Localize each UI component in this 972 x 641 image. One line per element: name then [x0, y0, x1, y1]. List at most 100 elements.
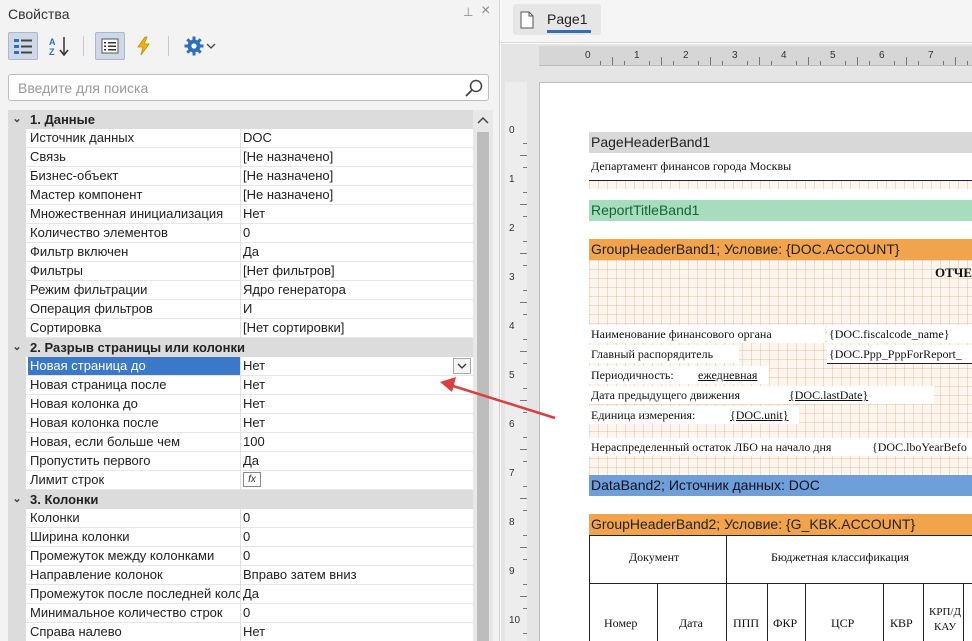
column-kau[interactable]: КАУ: [934, 621, 956, 633]
property-row[interactable]: Операция фильтров И: [8, 300, 473, 319]
report-title-band[interactable]: ReportTitleBand1: [589, 200, 972, 221]
property-value[interactable]: Нет: [243, 395, 471, 413]
value-period[interactable]: ежедневная: [698, 368, 757, 383]
property-row[interactable]: Промежуток между колонками 0: [8, 547, 473, 566]
property-row[interactable]: Новая колонка после Нет: [8, 414, 473, 433]
property-value[interactable]: Нет: [243, 623, 471, 641]
property-value[interactable]: Вправо затем вниз: [243, 566, 471, 584]
property-row[interactable]: Колонки 0: [8, 509, 473, 528]
property-row[interactable]: Новая, если больше чем 100: [8, 433, 473, 452]
property-value[interactable]: Нет: [243, 376, 471, 394]
property-value[interactable]: 0: [243, 528, 471, 546]
property-value[interactable]: 100: [243, 433, 471, 451]
settings-dropdown-button[interactable]: [180, 32, 220, 60]
property-value[interactable]: [Нет фильтров]: [243, 262, 471, 280]
column-fkr[interactable]: ФКР: [773, 616, 797, 631]
value-remainder[interactable]: {DOC.lboYearBefo: [872, 440, 967, 455]
property-row[interactable]: Бизнес-объект [Не назначено]: [8, 167, 473, 186]
label-prev-date[interactable]: Дата предыдущего движения: [591, 388, 740, 403]
property-row[interactable]: Новая страница после Нет: [8, 376, 473, 395]
property-row[interactable]: Фильтр включен Да: [8, 243, 473, 262]
report-page[interactable]: PageHeaderBand1 Департамент финансов гор…: [539, 82, 972, 641]
scroll-up-button[interactable]: [473, 110, 493, 129]
property-value[interactable]: Нет: [243, 414, 471, 432]
value-manager[interactable]: {DOC.Ppp_PppForReport_: [829, 347, 962, 362]
label-unit[interactable]: Единица измерения:: [591, 408, 695, 423]
data-band[interactable]: DataBand2; Источник данных: DOC: [589, 475, 972, 496]
property-row[interactable]: Множественная инициализация Нет: [8, 205, 473, 224]
category-header[interactable]: ⌄ 3. Колонки: [8, 490, 473, 509]
property-row[interactable]: Минимальное количество строк 0: [8, 604, 473, 623]
column-date[interactable]: Дата: [679, 616, 703, 631]
property-row[interactable]: Ширина колонки 0: [8, 528, 473, 547]
design-canvas[interactable]: 0 1 2 3 4 5 6 7 0 1 2 3 4 5 6 7 8 9 10 PageHeaderBand1 Де…: [501, 44, 972, 641]
group-header-band-1[interactable]: GroupHeaderBand1; Условие: {DOC.ACCOUNT}: [589, 239, 972, 260]
property-row[interactable]: Новая страница до Нет: [8, 357, 473, 376]
property-row[interactable]: Фильтры [Нет фильтров]: [8, 262, 473, 281]
tab-page1[interactable]: Page1: [513, 4, 601, 35]
column-ppp[interactable]: ППП: [733, 616, 759, 631]
property-row[interactable]: Справа налево Нет: [8, 623, 473, 641]
search-input[interactable]: [9, 75, 459, 100]
chevron-down-icon[interactable]: ⌄: [10, 110, 24, 129]
property-value[interactable]: 0: [243, 604, 471, 622]
property-row[interactable]: Количество элементов 0: [8, 224, 473, 243]
chevron-down-icon[interactable]: ⌄: [10, 338, 24, 357]
property-value[interactable]: 0: [243, 547, 471, 565]
search-icon[interactable]: [464, 78, 484, 98]
property-row[interactable]: Мастер компонент [Не назначено]: [8, 186, 473, 205]
column-number[interactable]: Номер: [604, 616, 637, 631]
property-row[interactable]: Источник данных DOC: [8, 129, 473, 148]
header-document[interactable]: Документ: [629, 550, 679, 565]
header-budget-classification[interactable]: Бюджетная классификация: [771, 550, 909, 565]
property-value[interactable]: И: [243, 300, 471, 318]
property-list-button[interactable]: [95, 32, 125, 60]
value-prev-date[interactable]: {DOC.lastDate}: [789, 388, 868, 403]
property-value[interactable]: 0: [243, 509, 471, 527]
property-value[interactable]: DOC: [243, 129, 471, 147]
property-value[interactable]: Ядро генератора: [243, 281, 471, 299]
group-header-band-2[interactable]: GroupHeaderBand2; Условие: {G_KBK.ACCOUN…: [589, 514, 972, 535]
categorized-view-button[interactable]: [8, 32, 38, 60]
property-row[interactable]: Новая колонка до Нет: [8, 395, 473, 414]
column-krp[interactable]: КРП/Д: [929, 606, 961, 618]
property-row[interactable]: Режим фильтрации Ядро генератора: [8, 281, 473, 300]
property-grid-scrollbar[interactable]: [473, 110, 493, 641]
dropdown-button[interactable]: [453, 358, 471, 374]
property-value[interactable]: 0: [243, 224, 471, 242]
property-value[interactable]: [Не назначено]: [243, 186, 471, 204]
value-fin-org[interactable]: {DOC.fiscalcode_name}: [829, 327, 949, 342]
property-row[interactable]: Промежуток после последней колонки Да: [8, 585, 473, 604]
property-value[interactable]: Да: [243, 243, 471, 261]
column-csr[interactable]: ЦСР: [831, 616, 854, 631]
label-fin-org[interactable]: Наименование финансового органа: [591, 327, 772, 342]
chevron-down-icon[interactable]: ⌄: [10, 490, 24, 509]
page-header-band[interactable]: PageHeaderBand1: [589, 132, 972, 153]
property-value[interactable]: Нет: [243, 205, 471, 223]
department-text[interactable]: Департамент финансов города Москвы: [591, 159, 791, 174]
property-value[interactable]: Да: [243, 585, 471, 603]
label-manager[interactable]: Главный распорядитель: [591, 347, 713, 362]
expression-icon[interactable]: fx: [243, 472, 261, 487]
property-value[interactable]: [Не назначено]: [243, 148, 471, 166]
label-remainder[interactable]: Нераспределенный остаток ЛБО на начало д…: [591, 440, 831, 455]
scrollbar-thumb[interactable]: [477, 132, 489, 641]
property-row[interactable]: Лимит строк fx: [8, 471, 473, 490]
property-row[interactable]: Связь [Не назначено]: [8, 148, 473, 167]
value-unit[interactable]: {DOC.unit}: [730, 408, 789, 423]
property-value[interactable]: [Не назначено]: [243, 167, 471, 185]
property-row[interactable]: Сортировка [Нет сортировки]: [8, 319, 473, 338]
category-header[interactable]: ⌄ 1. Данные: [8, 110, 473, 129]
events-button[interactable]: [129, 32, 159, 60]
pin-icon[interactable]: ⊥: [463, 5, 473, 19]
category-header[interactable]: ⌄ 2. Разрыв страницы или колонки: [8, 338, 473, 357]
report-heading-text[interactable]: ОТЧЕ: [935, 265, 972, 281]
property-value[interactable]: Нет: [243, 357, 471, 375]
property-value[interactable]: [Нет сортировки]: [243, 319, 471, 337]
label-period[interactable]: Периодичность:: [591, 368, 674, 383]
property-value[interactable]: Да: [243, 452, 471, 470]
property-row[interactable]: Направление колонок Вправо затем вниз: [8, 566, 473, 585]
alphabetical-sort-button[interactable]: A Z: [44, 32, 74, 60]
column-kvr[interactable]: КВР: [890, 616, 913, 631]
property-row[interactable]: Пропустить первого Да: [8, 452, 473, 471]
